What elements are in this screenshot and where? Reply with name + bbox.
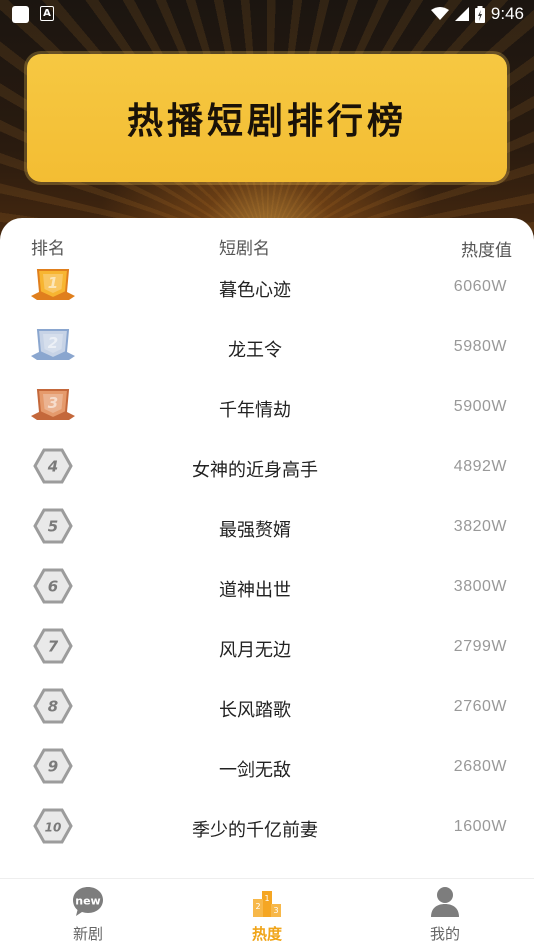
table-row[interactable]: 5 最强赘婿 3820W bbox=[0, 498, 534, 558]
heat-value: 5980W bbox=[453, 338, 507, 355]
table-header: 排名 短剧名 热度值 bbox=[0, 230, 534, 261]
banner-title: 热播短剧排行榜 bbox=[126, 101, 407, 142]
rank-hexagon-icon: 10 bbox=[33, 808, 73, 844]
svg-text:3: 3 bbox=[273, 906, 278, 915]
rank-number: 7 bbox=[48, 638, 59, 656]
tab-hot-label: 热度 bbox=[251, 925, 282, 943]
tab-hot[interactable]: 1 2 3 热度 bbox=[217, 885, 317, 947]
table-row[interactable]: 3 千年情劫 5900W bbox=[0, 378, 534, 438]
heat-value: 5900W bbox=[453, 398, 507, 415]
heat-value: 1600W bbox=[453, 818, 507, 835]
rank-number: 2 bbox=[48, 334, 58, 352]
heat-value: 3800W bbox=[453, 578, 507, 595]
battery-icon bbox=[474, 5, 485, 23]
rank-number: 8 bbox=[48, 698, 58, 716]
drama-name: 风月无边 bbox=[219, 640, 291, 661]
new-icon-text: new bbox=[75, 895, 100, 908]
header-rank: 排名 bbox=[31, 239, 65, 259]
drama-name: 最强赘婿 bbox=[219, 520, 291, 541]
rank-hexagon-icon: 6 bbox=[33, 568, 73, 604]
tab-mine-label: 我的 bbox=[429, 925, 460, 943]
drama-name: 暮色心迹 bbox=[219, 280, 291, 301]
silver-medal-icon: 2 bbox=[31, 329, 75, 360]
table-row[interactable]: 7 风月无边 2799W bbox=[0, 618, 534, 678]
table-row[interactable]: 4 女神的近身高手 4892W bbox=[0, 438, 534, 498]
clock: 9:46 bbox=[490, 4, 524, 23]
table-row[interactable]: 9 一剑无敌 2680W bbox=[0, 738, 534, 798]
bronze-medal-icon: 3 bbox=[31, 389, 75, 420]
rank-hexagon-icon: 7 bbox=[33, 628, 73, 664]
bottom-tab-bar: new 新剧 1 2 3 热度 我的 bbox=[0, 878, 534, 950]
drama-name: 千年情劫 bbox=[219, 400, 291, 421]
gold-medal-icon: 1 bbox=[31, 269, 75, 300]
rank-number: 9 bbox=[48, 758, 58, 776]
drama-name: 长风踏歌 bbox=[219, 700, 291, 721]
app-notification-icon: A bbox=[40, 6, 54, 21]
rank-hexagon-icon: 8 bbox=[33, 688, 73, 724]
rank-number: 6 bbox=[48, 578, 58, 596]
tab-new[interactable]: new 新剧 bbox=[38, 885, 138, 947]
user-icon bbox=[431, 887, 459, 917]
heat-value: 2760W bbox=[453, 698, 507, 715]
table-row[interactable]: 10 季少的千亿前妻 1600W bbox=[0, 798, 534, 858]
table-row[interactable]: 6 道神出世 3800W bbox=[0, 558, 534, 618]
wifi-icon bbox=[430, 7, 449, 20]
svg-text:1: 1 bbox=[264, 894, 269, 903]
new-icon: new bbox=[73, 887, 103, 916]
tab-new-label: 新剧 bbox=[72, 925, 103, 943]
rank-hexagon-icon: 9 bbox=[33, 748, 73, 784]
signal-icon bbox=[454, 7, 469, 21]
svg-text:2: 2 bbox=[255, 902, 260, 911]
heat-value: 3820W bbox=[453, 518, 507, 535]
rank-hexagon-icon: 4 bbox=[33, 448, 73, 484]
rank-number: 4 bbox=[47, 458, 58, 476]
rank-number: 1 bbox=[48, 274, 58, 292]
drama-name: 女神的近身高手 bbox=[192, 460, 318, 481]
status-bar: A 9:46 bbox=[0, 0, 534, 28]
drama-name: 一剑无敌 bbox=[219, 760, 291, 781]
table-row[interactable]: 8 长风踏歌 2760W bbox=[0, 678, 534, 738]
rank-hexagon-icon: 5 bbox=[33, 508, 73, 544]
drama-name: 季少的千亿前妻 bbox=[192, 820, 318, 841]
ranking-card: 排名 短剧名 热度值 1 暮色心迹 6060W 2 龙王令 5980W 3 千年情劫 5900W… bbox=[0, 218, 534, 878]
drama-name: 道神出世 bbox=[219, 580, 291, 601]
podium-icon: 1 2 3 bbox=[253, 891, 281, 917]
drama-name: 龙王令 bbox=[228, 340, 282, 361]
heat-value: 2799W bbox=[453, 638, 507, 655]
tab-mine[interactable]: 我的 bbox=[395, 885, 495, 947]
notification-icon bbox=[12, 6, 29, 23]
table-row[interactable]: 2 龙王令 5980W bbox=[0, 318, 534, 378]
header-name: 短剧名 bbox=[219, 239, 270, 259]
rank-number: 10 bbox=[45, 821, 62, 835]
table-row[interactable]: 1 暮色心迹 6060W bbox=[0, 258, 534, 318]
ranking-banner: 热播短剧排行榜 bbox=[27, 54, 507, 182]
heat-value: 4892W bbox=[453, 458, 507, 475]
heat-value: 6060W bbox=[453, 278, 507, 295]
rank-number: 3 bbox=[48, 394, 58, 412]
rank-number: 5 bbox=[48, 518, 58, 536]
heat-value: 2680W bbox=[453, 758, 507, 775]
